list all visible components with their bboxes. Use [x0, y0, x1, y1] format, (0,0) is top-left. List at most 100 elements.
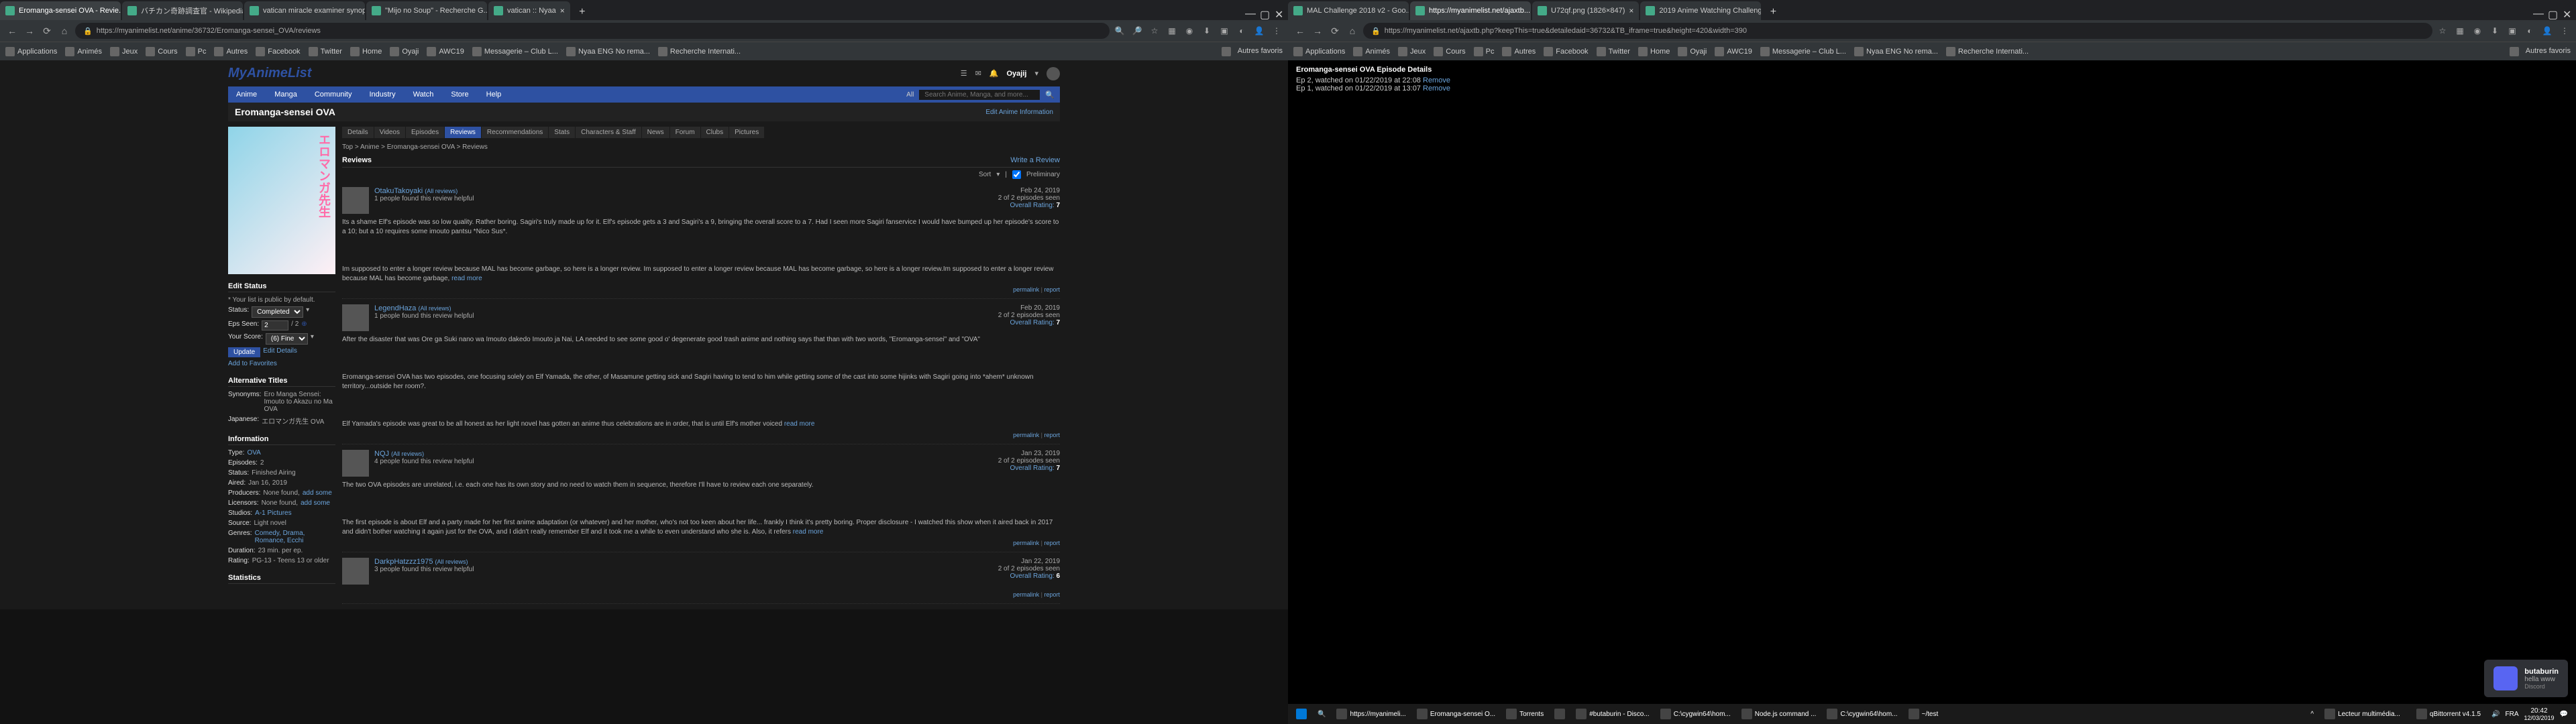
bookmark-folder[interactable]: Animés: [65, 47, 102, 56]
bookmark-item[interactable]: Messagerie – Club L...: [472, 47, 558, 56]
browser-tab[interactable]: vatican miracle examiner synop...×: [244, 1, 365, 20]
review-avatar[interactable]: [342, 187, 369, 214]
new-tab-button[interactable]: +: [574, 4, 590, 20]
close-icon[interactable]: ×: [560, 6, 565, 15]
mail-icon[interactable]: ✉: [975, 69, 981, 78]
permalink[interactable]: permalink: [1013, 432, 1039, 438]
bookmark-folder[interactable]: Pc: [186, 47, 207, 56]
all-reviews-link[interactable]: (All reviews): [425, 188, 458, 194]
eps-input[interactable]: [262, 320, 288, 330]
bookmark-item[interactable]: Recherche Internati...: [658, 47, 741, 56]
remove-link[interactable]: Remove: [1423, 76, 1450, 84]
reload-icon[interactable]: ⟳: [1328, 24, 1342, 38]
permalink[interactable]: permalink: [1013, 591, 1039, 598]
remove-link[interactable]: Remove: [1423, 84, 1450, 93]
edit-anime-link[interactable]: Edit Anime Information: [985, 109, 1053, 116]
nav-manga[interactable]: Manga: [266, 86, 305, 103]
avatar[interactable]: [1046, 67, 1060, 80]
url-input[interactable]: 🔒https://myanimelist.net/anime/36732/Ero…: [75, 23, 1110, 39]
minimize-icon[interactable]: —: [2533, 8, 2542, 17]
close-icon[interactable]: ✕: [1275, 8, 1284, 17]
bookmark-folder[interactable]: Pc: [1474, 47, 1495, 56]
bookmark-folder[interactable]: Jeux: [1398, 47, 1426, 56]
ext-icon[interactable]: ⬇: [2489, 25, 2501, 37]
taskbar-app[interactable]: C:\cygwin64\hom...: [1655, 704, 1736, 724]
nav-industry[interactable]: Industry: [361, 86, 403, 103]
review-username[interactable]: DarkpHatzzz1975: [374, 558, 433, 566]
read-more-link[interactable]: read more: [793, 528, 824, 536]
taskbar-app[interactable]: #butaburin - Disco...: [1570, 704, 1655, 724]
browser-tab[interactable]: U72qf.png (1826×847)×: [1532, 1, 1639, 20]
other-bookmarks[interactable]: Autres favoris: [1222, 47, 1283, 56]
bookmark-item[interactable]: AWC19: [427, 47, 464, 56]
ext-icon[interactable]: ▦: [1166, 25, 1178, 37]
review-username[interactable]: NQJ: [374, 450, 389, 458]
nav-help[interactable]: Help: [478, 86, 510, 103]
report-link[interactable]: report: [1044, 591, 1060, 598]
bookmark-item[interactable]: Nyaa ENG No rema...: [1854, 47, 1938, 56]
tab-characters[interactable]: Characters & Staff: [576, 127, 641, 138]
bookmark-folder[interactable]: Cours: [1434, 47, 1465, 56]
breadcrumb[interactable]: Top > Anime > Eromanga-sensei OVA > Revi…: [342, 141, 1060, 154]
new-tab-button[interactable]: +: [1765, 4, 1781, 20]
url-input[interactable]: 🔒https://myanimelist.net/ajaxtb.php?keep…: [1363, 23, 2432, 39]
nav-watch[interactable]: Watch: [405, 86, 442, 103]
ext-icon[interactable]: ◐: [2524, 25, 2536, 37]
bookmark-item[interactable]: Facebook: [256, 47, 300, 56]
nav-community[interactable]: Community: [307, 86, 360, 103]
nav-anime[interactable]: Anime: [228, 86, 265, 103]
ext-icon[interactable]: ▣: [2506, 25, 2518, 37]
browser-tab[interactable]: https://myanimelist.net/ajaxtb...×: [1410, 1, 1531, 20]
taskbar-app[interactable]: https://myanimeli...: [1331, 704, 1411, 724]
bookmark-folder[interactable]: Autres: [214, 47, 248, 56]
tray-item[interactable]: qBittorrent v4.1.5: [2411, 709, 2486, 719]
notification-icon[interactable]: 🔔: [989, 69, 999, 78]
read-more-link[interactable]: read more: [784, 420, 815, 428]
all-reviews-link[interactable]: (All reviews): [435, 558, 468, 565]
bookmark-folder[interactable]: Cours: [146, 47, 177, 56]
browser-tab[interactable]: "Mijo no Soup" - Recherche G...×: [366, 1, 487, 20]
status-select[interactable]: Completed: [252, 306, 303, 318]
tab-pictures[interactable]: Pictures: [729, 127, 764, 138]
avatar-icon[interactable]: 👤: [1253, 25, 1265, 37]
apps-button[interactable]: Applications: [1293, 47, 1345, 56]
avatar-icon[interactable]: 👤: [2541, 25, 2553, 37]
taskbar-app[interactable]: [1549, 704, 1570, 724]
browser-tab[interactable]: MAL Challenge 2018 v2 - Goo...×: [1288, 1, 1409, 20]
ext-icon[interactable]: ▦: [2454, 25, 2466, 37]
minimize-icon[interactable]: —: [1245, 8, 1254, 17]
preliminary-checkbox[interactable]: [1012, 170, 1021, 179]
nav-store[interactable]: Store: [443, 86, 476, 103]
maximize-icon[interactable]: ▢: [2548, 8, 2557, 17]
taskbar-app[interactable]: Torrents: [1501, 704, 1549, 724]
browser-tab[interactable]: vatican :: Nyaa×: [488, 1, 570, 20]
list-icon[interactable]: ☰: [961, 69, 967, 78]
review-username[interactable]: OtakuTakoyaki: [374, 187, 423, 195]
tab-news[interactable]: News: [642, 127, 669, 138]
ext-icon[interactable]: ◉: [2471, 25, 2483, 37]
bookmark-item[interactable]: Nyaa ENG No rema...: [566, 47, 650, 56]
bookmark-item[interactable]: Twitter: [1597, 47, 1630, 56]
browser-tab[interactable]: バチカン奇跡調査官 - Wikipedia×: [122, 1, 243, 20]
bookmark-item[interactable]: Home: [350, 47, 382, 56]
taskbar-app[interactable]: ~/test: [1903, 704, 1944, 724]
bookmark-folder[interactable]: Autres: [1502, 47, 1536, 56]
update-button[interactable]: Update: [228, 347, 260, 357]
lang-indicator[interactable]: FRA: [2506, 711, 2519, 718]
back-icon[interactable]: ←: [1293, 24, 1307, 38]
read-more-link[interactable]: read more: [451, 275, 482, 282]
tab-forum[interactable]: Forum: [670, 127, 700, 138]
edit-details-link[interactable]: Edit Details: [263, 347, 297, 357]
permalink[interactable]: permalink: [1013, 540, 1039, 546]
taskbar-app[interactable]: Node.js command ...: [1736, 704, 1822, 724]
report-link[interactable]: report: [1044, 432, 1060, 438]
taskbar-app[interactable]: C:\cygwin64\hom...: [1821, 704, 1902, 724]
write-review-link[interactable]: Write a Review: [1010, 156, 1060, 164]
taskbar-app[interactable]: Eromanga-sensei O...: [1411, 704, 1501, 724]
ext-icon[interactable]: ◉: [1183, 25, 1195, 37]
report-link[interactable]: report: [1044, 540, 1060, 546]
close-icon[interactable]: ✕: [2563, 8, 2572, 17]
plus-icon[interactable]: ⊕: [301, 320, 307, 330]
tab-details[interactable]: Details: [342, 127, 374, 138]
bookmark-folder[interactable]: Animés: [1353, 47, 1390, 56]
